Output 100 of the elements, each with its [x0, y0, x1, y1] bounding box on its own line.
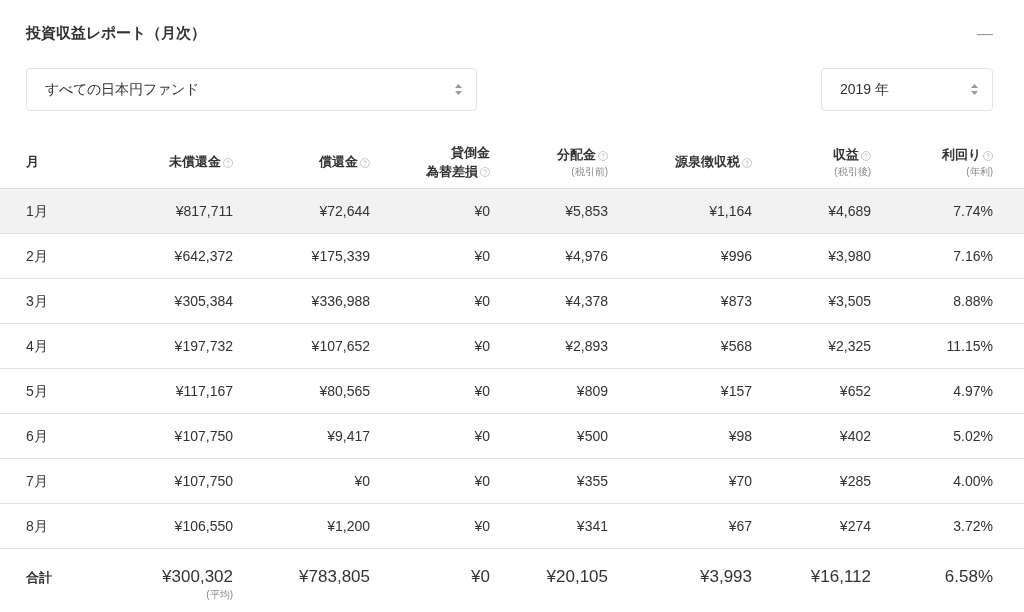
table-cell-text: ¥355 [575, 471, 608, 491]
table-cell-text: 2月 [26, 246, 49, 266]
table-cell-text: ¥500 [575, 426, 608, 446]
table-cell-text: ¥117,167 [174, 381, 233, 401]
column-header: 利回り [942, 146, 981, 165]
report-title: 投資収益レポート（月次） [26, 23, 206, 43]
total-note: (平均) [206, 589, 233, 600]
help-icon[interactable] [360, 157, 370, 168]
table-cell-text: ¥402 [838, 426, 871, 446]
table-cell-text: ¥0 [473, 471, 490, 491]
help-icon[interactable] [861, 150, 871, 161]
table-cell-text: ¥0 [473, 201, 490, 221]
table-cell-text: ¥98 [727, 426, 752, 446]
table-cell-text: ¥107,750 [173, 471, 233, 491]
help-icon[interactable] [598, 150, 608, 161]
sort-arrows-icon [971, 84, 978, 95]
table-cell-text: ¥4,378 [564, 291, 608, 311]
table-cell-text: ¥0 [473, 291, 490, 311]
table-cell-text: 5.02% [952, 426, 993, 446]
table-cell-text: ¥107,652 [310, 336, 370, 356]
table-cell-text: ¥197,732 [173, 336, 233, 356]
table-cell-text: 3月 [26, 291, 49, 311]
total-cell-text: ¥0 [471, 566, 490, 588]
table-cell-text: ¥873 [719, 291, 752, 311]
table-cell-text: ¥642,372 [173, 246, 233, 266]
table-row[interactable]: 5月 ¥117,167 ¥80,565 ¥0 ¥809 ¥157 ¥652 4.97% [0, 369, 1024, 414]
table-cell-text: ¥0 [473, 426, 490, 446]
table-cell-text: ¥80,565 [318, 381, 370, 401]
table-cell-text: ¥274 [838, 516, 871, 536]
table-cell-text: ¥0 [473, 516, 490, 536]
table-cell-text: 4月 [26, 336, 49, 356]
table-cell-text: ¥285 [838, 471, 871, 491]
table-cell-text: ¥0 [473, 246, 490, 266]
table-row[interactable]: 2月 ¥642,372 ¥175,339 ¥0 ¥4,976 ¥996 ¥3,980 7.16% [0, 234, 1024, 279]
table-cell-text: ¥2,325 [827, 336, 871, 356]
total-cell-text: ¥3,993 [700, 566, 752, 588]
year-select[interactable]: 2019 年 [821, 68, 993, 111]
table-cell-text: ¥175,339 [310, 246, 370, 266]
table-row[interactable]: 7月 ¥107,750 ¥0 ¥0 ¥355 ¥70 ¥285 4.00% [0, 459, 1024, 504]
total-cell: 合計 [26, 570, 52, 585]
table-cell-text: ¥3,980 [827, 246, 871, 266]
table-cell-text: 4.97% [952, 381, 993, 401]
table-cell-text: ¥107,750 [173, 426, 233, 446]
help-icon[interactable] [480, 166, 490, 177]
table-cell-text: ¥67 [727, 516, 752, 536]
table-cell-text: 4.00% [952, 471, 993, 491]
table-cell-text: 7月 [26, 471, 49, 491]
table-cell-text: ¥70 [727, 471, 752, 491]
table-cell-text: 6月 [26, 426, 49, 446]
column-header: 償還金 [319, 153, 358, 172]
table-cell-text: ¥652 [838, 381, 871, 401]
table-cell-text: ¥2,893 [564, 336, 608, 356]
table-cell-text: ¥72,644 [318, 201, 370, 221]
table-cell-text: ¥157 [719, 381, 752, 401]
table-cell-text: ¥341 [575, 516, 608, 536]
total-cell-text: ¥783,805 [299, 566, 370, 588]
table-cell-text: ¥817,711 [174, 201, 233, 221]
table-cell-text: ¥336,988 [310, 291, 370, 311]
table-cell-text: 1月 [26, 201, 49, 221]
column-header: 為替差損 [426, 162, 478, 181]
column-header: 未償還金 [169, 153, 221, 172]
sort-arrows-icon [455, 84, 462, 95]
column-note: (税引前) [571, 164, 608, 179]
table-cell-text: 7.16% [952, 246, 993, 266]
table-cell-text: ¥305,384 [173, 291, 233, 311]
table-cell-text: ¥0 [353, 471, 370, 491]
total-cell-text: ¥20,105 [546, 566, 608, 588]
table-row[interactable]: 4月 ¥197,732 ¥107,652 ¥0 ¥2,893 ¥568 ¥2,325 11.15% [0, 324, 1024, 369]
column-note: (税引後) [834, 164, 871, 179]
table-row[interactable]: 6月 ¥107,750 ¥9,417 ¥0 ¥500 ¥98 ¥402 5.02% [0, 414, 1024, 459]
fund-select[interactable]: すべての日本円ファンド [26, 68, 477, 111]
table-cell-text: ¥568 [719, 336, 752, 356]
table-cell-text: ¥996 [719, 246, 752, 266]
table-row[interactable]: 3月 ¥305,384 ¥336,988 ¥0 ¥4,378 ¥873 ¥3,505 8.88% [0, 279, 1024, 324]
table-cell-text: 3.72% [952, 516, 993, 536]
table-cell-text: ¥9,417 [326, 426, 370, 446]
table-cell-text: ¥0 [473, 336, 490, 356]
total-cell-text: ¥300,302 [162, 566, 233, 588]
table-cell-text: ¥3,505 [827, 291, 871, 311]
column-header: 分配金 [557, 146, 596, 165]
table-cell-text: 7.74% [952, 201, 993, 221]
fund-select-value: すべての日本円ファンド [45, 80, 199, 99]
table-cell-text: ¥1,200 [326, 516, 370, 536]
help-icon[interactable] [223, 157, 233, 168]
table-cell-text: ¥1,164 [708, 201, 752, 221]
total-cell-text: 6.58% [944, 566, 993, 588]
table-cell-text: 8.88% [952, 291, 993, 311]
help-icon[interactable] [983, 150, 993, 161]
table-cell-text: ¥4,976 [564, 246, 608, 266]
table-cell-text: 8月 [26, 516, 49, 536]
table-row[interactable]: 1月 ¥817,711 ¥72,644 ¥0 ¥5,853 ¥1,164 ¥4,689 7.74% [0, 189, 1024, 234]
table-cell-text: 5月 [26, 381, 49, 401]
column-header: 収益 [833, 146, 859, 165]
help-icon[interactable] [742, 157, 752, 168]
table-row[interactable]: 8月 ¥106,550 ¥1,200 ¥0 ¥341 ¥67 ¥274 3.72% [0, 504, 1024, 549]
table-cell-text: ¥5,853 [564, 201, 608, 221]
column-note: (年利) [966, 164, 993, 179]
column-header: 月 [26, 153, 39, 172]
table-cell-text: ¥0 [473, 381, 490, 401]
total-cell-text: ¥16,112 [810, 566, 871, 588]
